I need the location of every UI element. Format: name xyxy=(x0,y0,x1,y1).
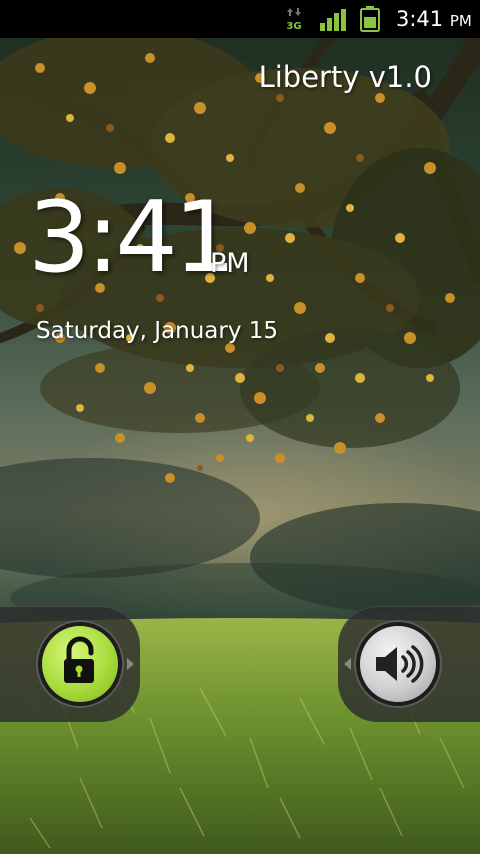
unlock-handle[interactable] xyxy=(42,626,118,702)
sound-toggle-tab[interactable] xyxy=(338,606,480,722)
status-time: 3:41 xyxy=(396,7,444,31)
slide-left-arrow-icon xyxy=(344,658,351,670)
wallpaper-image xyxy=(0,38,480,854)
unlock-padlock-icon xyxy=(64,636,94,683)
lock-screen: 3G 3:41 PM Liberty v1.0 3:41 PM Saturday… xyxy=(0,0,480,854)
lockscreen-ampm: PM xyxy=(210,248,250,279)
status-clock: 3:41 PM xyxy=(396,6,472,34)
network-type-label: 3G xyxy=(286,21,301,31)
speaker-volume-icon xyxy=(376,645,424,683)
3g-data-icon: 3G xyxy=(286,8,302,31)
signal-strength-icon xyxy=(320,9,346,31)
status-bar: 3G 3:41 PM xyxy=(0,0,480,38)
slide-right-arrow-icon xyxy=(127,658,134,670)
lockscreen-time: 3:41 xyxy=(28,181,236,295)
battery-icon xyxy=(360,6,380,32)
sound-handle[interactable] xyxy=(360,626,436,702)
unlock-slider-tab[interactable] xyxy=(0,606,140,722)
lockscreen-date: Saturday, January 15 xyxy=(36,318,279,344)
status-ampm: PM xyxy=(449,12,472,30)
carrier-label: Liberty v1.0 xyxy=(258,60,432,94)
